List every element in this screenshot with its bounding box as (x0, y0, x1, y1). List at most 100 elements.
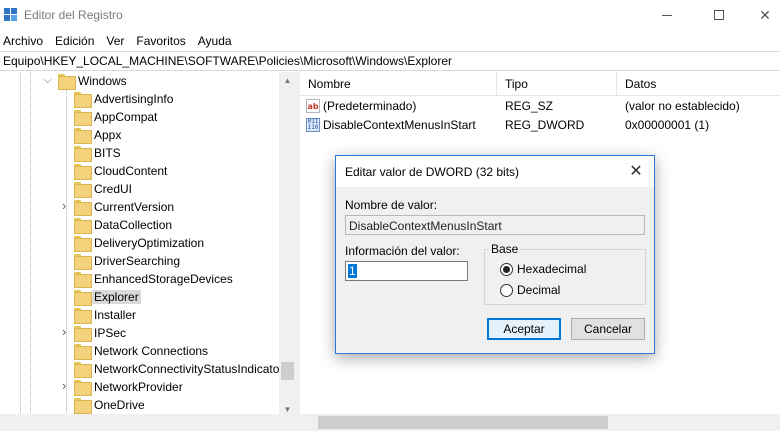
menu-archivo[interactable]: Archivo (3, 34, 49, 48)
tree-item[interactable]: CredUI (0, 180, 280, 198)
tree-item[interactable]: Installer (0, 306, 280, 324)
menu-ayuda[interactable]: Ayuda (198, 34, 238, 48)
address-bar[interactable]: Equipo\HKEY_LOCAL_MACHINE\SOFTWARE\Polic… (0, 51, 780, 71)
folder-icon (74, 182, 92, 198)
table-row[interactable]: 011 110 DisableContextMenusInStart REG_DW… (300, 116, 780, 135)
tree-item[interactable]: Appx (0, 126, 280, 144)
folder-icon (74, 272, 92, 288)
table-row[interactable]: ab (Predeterminado) REG_SZ (valor no est… (300, 97, 780, 116)
tree-item[interactable]: AppCompat (0, 108, 280, 126)
minimize-button[interactable] (644, 0, 690, 30)
chevron-right-icon[interactable]: › (62, 198, 66, 213)
column-header-type[interactable]: Tipo (505, 77, 528, 91)
menu-favoritos[interactable]: Favoritos (136, 34, 191, 48)
tree-item[interactable]: Explorer (0, 288, 280, 306)
chevron-right-icon[interactable]: › (62, 378, 66, 393)
tree-item[interactable]: AdvertisingInfo (0, 90, 280, 108)
list-horizontal-scrollbar[interactable] (300, 414, 780, 431)
tree-item-label: AdvertisingInfo (94, 92, 174, 106)
title-bar: Editor del Registro ✕ (0, 0, 780, 30)
tree-item-label: Windows (78, 74, 127, 88)
folder-icon (74, 236, 92, 252)
dialog-title: Editar valor de DWORD (32 bits) (345, 165, 520, 179)
value-name: DisableContextMenusInStart (323, 118, 476, 132)
menu-edicion[interactable]: Edición (55, 34, 100, 48)
dialog-close-button[interactable]: ✕ (624, 160, 648, 182)
folder-icon (74, 164, 92, 180)
folder-icon (74, 254, 92, 270)
menu-bar: Archivo Edición Ver Favoritos Ayuda (0, 30, 780, 51)
maximize-button[interactable] (696, 0, 742, 30)
tree-item[interactable]: BITS (0, 144, 280, 162)
column-header-name[interactable]: Nombre (308, 77, 351, 91)
close-icon: ✕ (759, 6, 771, 23)
scrollbar-thumb[interactable] (318, 416, 608, 429)
window-title: Editor del Registro (24, 8, 123, 22)
menu-ver[interactable]: Ver (106, 34, 130, 48)
registry-editor-icon (4, 8, 18, 22)
value-data: 0x00000001 (1) (625, 118, 710, 132)
ok-button[interactable]: Aceptar (487, 318, 561, 340)
folder-icon (74, 146, 92, 162)
hexadecimal-label[interactable]: Hexadecimal (517, 262, 586, 276)
tree-item[interactable]: DriverSearching (0, 252, 280, 270)
value-name-label: Nombre de valor: (345, 198, 438, 212)
tree-vertical-scrollbar[interactable]: ▲ ▼ (279, 72, 296, 418)
tree-item-label: AppCompat (94, 110, 158, 124)
column-header-data[interactable]: Datos (625, 77, 656, 91)
tree-item[interactable]: Network Connections (0, 342, 280, 360)
decimal-radio[interactable] (500, 284, 513, 297)
tree-item[interactable]: CloudContent (0, 162, 280, 180)
value-type: REG_DWORD (505, 118, 585, 132)
folder-icon (74, 344, 92, 360)
tree-item-label: CredUI (94, 182, 133, 196)
tree-item-label: DriverSearching (94, 254, 181, 268)
folder-icon (74, 92, 92, 108)
value-data-label: Información del valor: (345, 244, 460, 258)
value-data: (valor no establecido) (625, 99, 740, 113)
value-data-text: 1 (348, 264, 357, 278)
folder-icon (74, 308, 92, 324)
base-label: Base (489, 242, 521, 256)
tree-item-label: Network Connections (94, 344, 209, 358)
tree-item[interactable]: › IPSec (0, 324, 280, 342)
cancel-button[interactable]: Cancelar (571, 318, 645, 340)
string-value-icon: ab (306, 99, 320, 113)
key-tree[interactable]: ⌵ Windows AdvertisingInfo AppCompat Appx BI… (0, 72, 296, 431)
value-data-input[interactable]: 1 (345, 261, 468, 281)
tree-item-windows[interactable]: ⌵ Windows (0, 72, 280, 90)
close-icon: ✕ (629, 163, 643, 180)
tree-item[interactable]: › CurrentVersion (0, 198, 280, 216)
value-name-field: DisableContextMenusInStart (345, 215, 645, 235)
tree-item[interactable]: DeliveryOptimization (0, 234, 280, 252)
decimal-label[interactable]: Decimal (517, 283, 560, 297)
hexadecimal-radio[interactable] (500, 263, 513, 276)
tree-item[interactable]: › NetworkProvider (0, 378, 280, 396)
folder-icon (74, 398, 92, 414)
tree-item-label: BITS (94, 146, 121, 160)
folder-icon (74, 326, 92, 342)
folder-icon (74, 128, 92, 144)
tree-item[interactable]: OneDrive (0, 396, 280, 414)
tree-item-label: NetworkProvider (94, 380, 183, 394)
folder-icon (74, 380, 92, 396)
close-button[interactable]: ✕ (742, 0, 780, 30)
tree-item[interactable]: NetworkConnectivityStatusIndicator (0, 360, 283, 378)
folder-open-icon (58, 74, 76, 90)
folder-icon (74, 290, 92, 306)
maximize-icon (714, 10, 724, 20)
chevron-down-icon[interactable]: ⌵ (44, 75, 52, 86)
tree-item-label: CurrentVersion (94, 200, 175, 214)
tree-horizontal-scrollbar[interactable] (0, 414, 296, 431)
binary-value-icon: 011 110 (306, 118, 320, 132)
list-header: Nombre Tipo Datos (300, 72, 780, 96)
scroll-up-icon[interactable]: ▲ (279, 72, 296, 89)
minimize-icon (662, 14, 672, 16)
tree-item[interactable]: DataCollection (0, 216, 280, 234)
tree-item-label: IPSec (94, 326, 127, 340)
dialog-title-bar: Editar valor de DWORD (32 bits) ✕ (336, 156, 654, 187)
tree-item[interactable]: EnhancedStorageDevices (0, 270, 280, 288)
chevron-right-icon[interactable]: › (62, 324, 66, 339)
scrollbar-thumb[interactable] (281, 362, 294, 380)
tree-item-label: CloudContent (94, 164, 168, 178)
